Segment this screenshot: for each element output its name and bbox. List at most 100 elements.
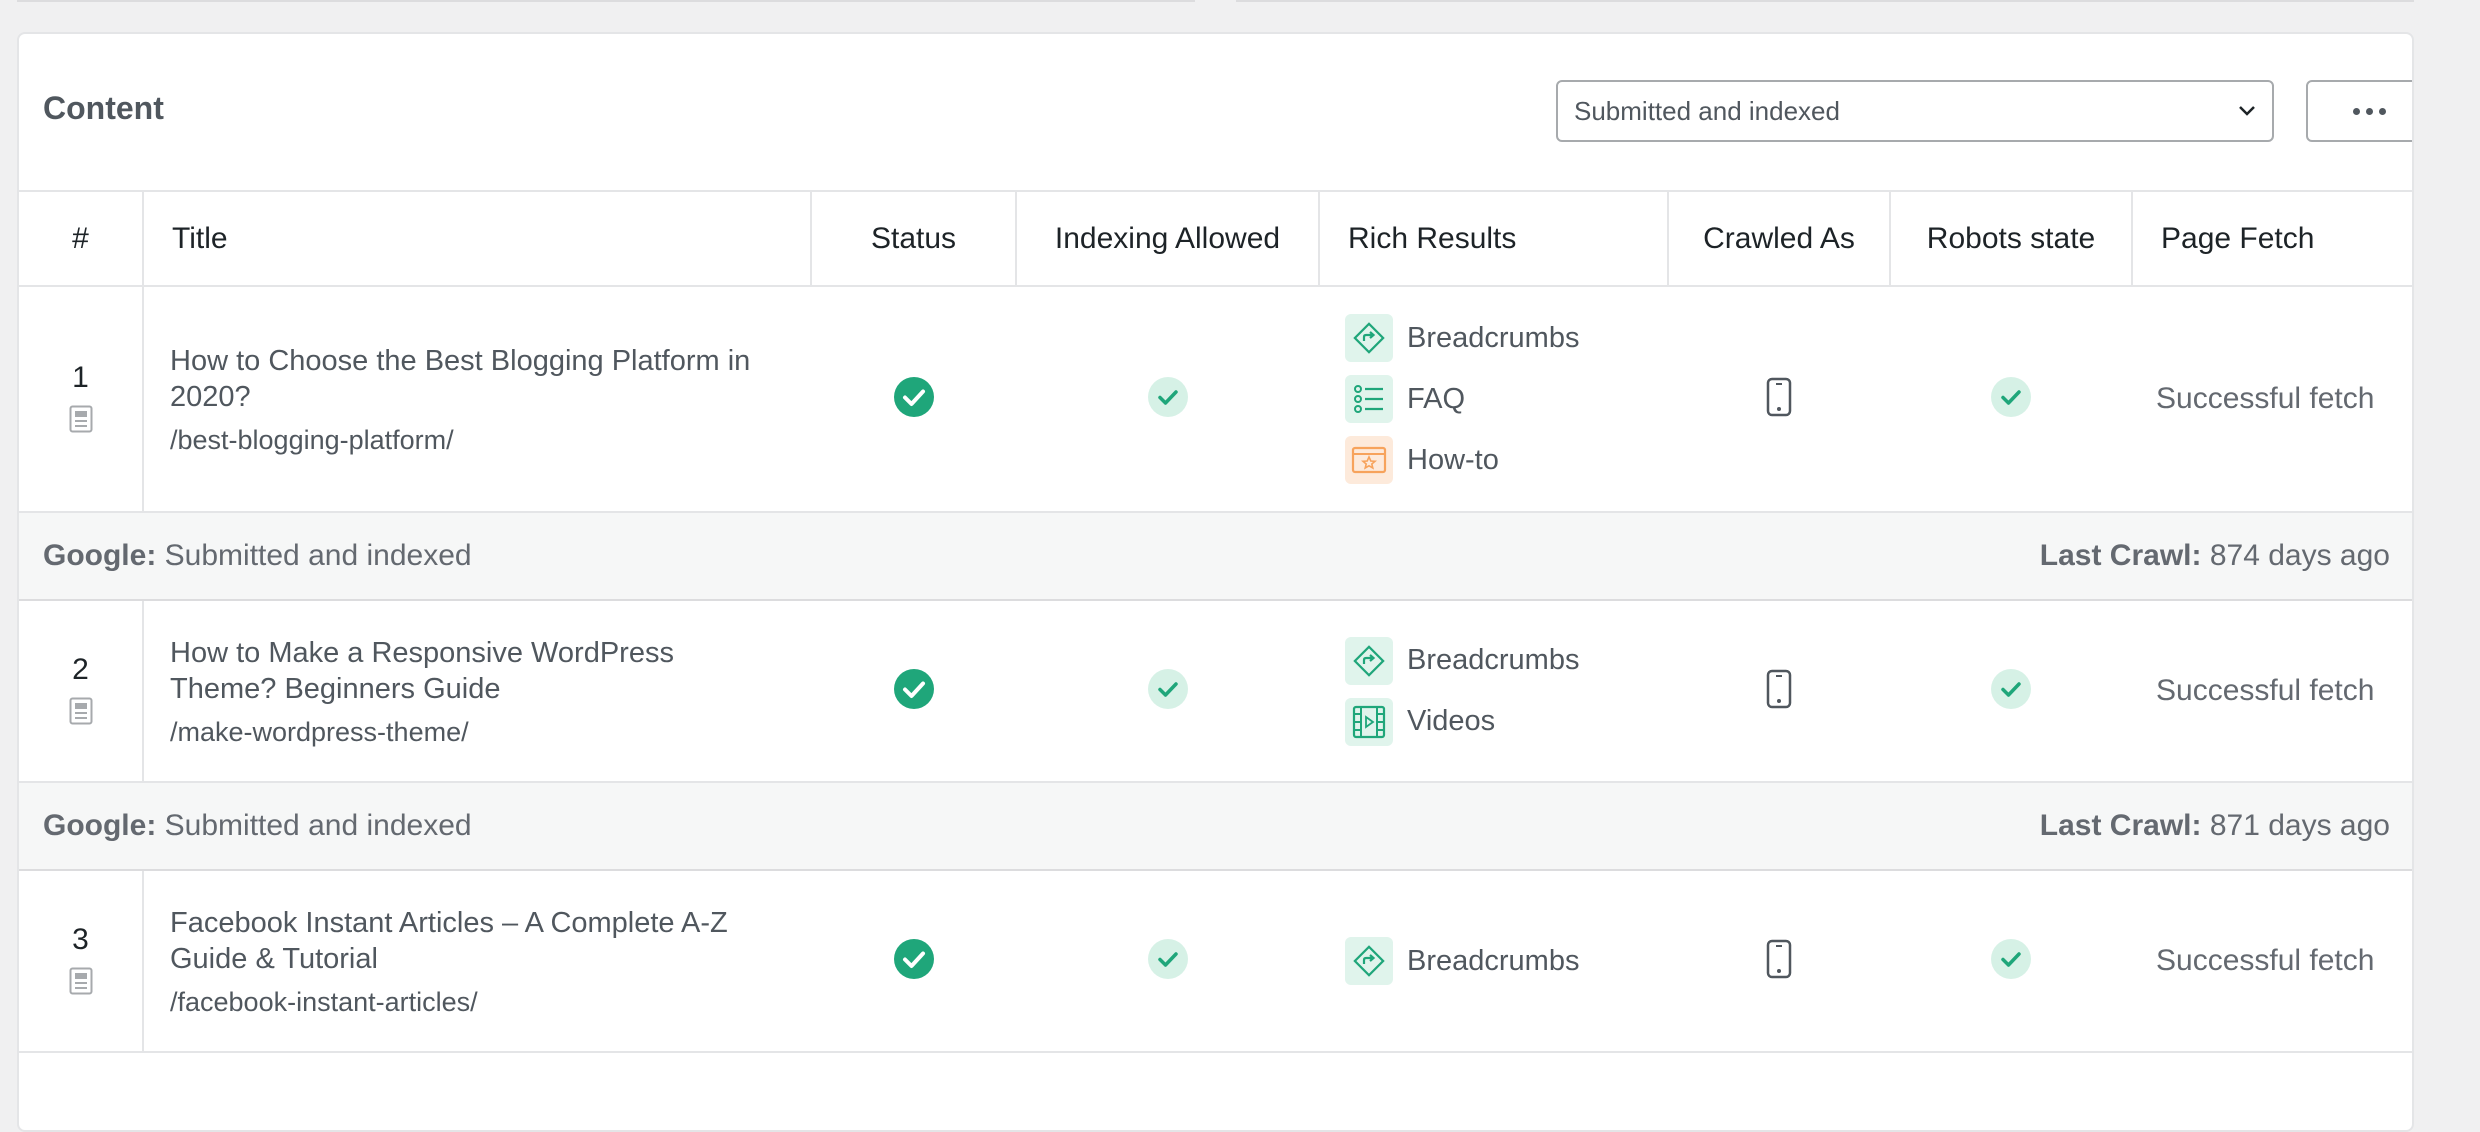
check-circle-light-icon (1147, 668, 1189, 714)
mobile-phone-icon (1766, 939, 1792, 983)
rich-result-label: Breadcrumbs (1407, 944, 1580, 977)
column-header-title[interactable]: Title (143, 192, 812, 287)
last-crawl-value: 874 days ago (2209, 539, 2390, 572)
top-divider-right (1236, 0, 2414, 2)
table-header-row: # Title Status Indexing Allowed Rich Res… (19, 192, 2412, 287)
google-status-value: Submitted and indexed (164, 539, 472, 572)
video-film-icon (1345, 697, 1393, 746)
last-crawl-value: 871 days ago (2209, 809, 2390, 842)
check-circle-light-icon (1147, 938, 1189, 984)
google-status-row: Google: Submitted and indexed Last Crawl… (19, 782, 2412, 871)
last-crawl-label: Last Crawl: (2039, 809, 2202, 842)
check-circle-light-icon (1990, 376, 2032, 422)
check-circle-filled-icon (893, 376, 935, 422)
faq-list-icon (1345, 375, 1393, 423)
document-icon (69, 967, 93, 1000)
check-circle-light-icon (1990, 668, 2032, 714)
rich-results-cell: Breadcrumbs Videos (1319, 600, 1668, 783)
last-crawl: Last Crawl: 874 days ago (2039, 539, 2412, 573)
document-icon (69, 697, 93, 730)
status-cell (811, 870, 1016, 1053)
indexing-cell (1016, 870, 1319, 1053)
breadcrumbs-icon (1345, 937, 1393, 985)
title-cell: How to Make a Responsive WordPress Theme… (143, 600, 811, 783)
row-number-cell: 2 (19, 600, 144, 783)
google-status-row: Google: Submitted and indexed Last Crawl… (19, 512, 2412, 601)
indexing-cell (1016, 600, 1319, 783)
rich-results-cell: Breadcrumbs (1319, 870, 1668, 1053)
card-header: Content Submitted and indexed (19, 34, 2412, 192)
page-fetch-cell: Successful fetch (2132, 870, 2412, 1053)
google-status: Google: Submitted and indexed (19, 539, 472, 572)
title-cell: How to Choose the Best Blogging Platform… (143, 286, 811, 513)
crawled-as-cell (1668, 870, 1890, 1053)
breadcrumbs-icon (1345, 314, 1393, 362)
row-number: 1 (72, 360, 89, 394)
column-header-status[interactable]: Status (811, 192, 1017, 287)
rich-result-label: FAQ (1407, 382, 1466, 415)
post-title-link[interactable]: Facebook Instant Articles – A Complete A… (170, 905, 811, 977)
post-slug: /best-blogging-platform/ (170, 424, 454, 455)
rich-result-label: Videos (1407, 705, 1496, 737)
column-header-rich-results[interactable]: Rich Results (1319, 192, 1669, 287)
title-cell: Facebook Instant Articles – A Complete A… (143, 870, 811, 1053)
column-header-crawled-as[interactable]: Crawled As (1668, 192, 1891, 287)
check-circle-light-icon (1990, 938, 2032, 984)
google-label: Google: (43, 809, 157, 842)
row-number: 3 (72, 922, 89, 956)
check-circle-light-icon (1147, 376, 1189, 422)
chevron-down-icon (2238, 100, 2256, 123)
rich-result-item: Videos (1345, 691, 1668, 752)
column-header-indexing[interactable]: Indexing Allowed (1016, 192, 1320, 287)
row-number-cell: 1 (19, 286, 144, 513)
rich-results-cell: Breadcrumbs FAQ How-to (1319, 286, 1668, 513)
breadcrumbs-icon (1345, 636, 1393, 685)
post-title-link[interactable]: How to Make a Responsive WordPress Theme… (170, 635, 811, 707)
page-fetch-cell: Successful fetch (2132, 286, 2412, 513)
content-card: Content Submitted and indexed # Title St… (17, 32, 2414, 1132)
more-options-button[interactable] (2306, 80, 2412, 142)
mobile-phone-icon (1766, 377, 1792, 421)
post-slug: /facebook-instant-articles/ (170, 986, 478, 1017)
google-status-value: Submitted and indexed (164, 809, 472, 842)
google-label: Google: (43, 539, 157, 572)
rich-result-item: Breadcrumbs (1345, 931, 1668, 992)
mobile-phone-icon (1766, 669, 1792, 713)
card-title: Content (43, 90, 164, 126)
robots-cell (1890, 286, 2132, 513)
status-filter-select[interactable]: Submitted and indexed (1556, 80, 2274, 142)
robots-cell (1890, 600, 2132, 783)
last-crawl: Last Crawl: 871 days ago (2039, 809, 2412, 843)
rich-result-label: Breadcrumbs (1407, 321, 1580, 354)
status-filter-value: Submitted and indexed (1574, 95, 1840, 126)
rich-result-item: FAQ (1345, 369, 1668, 430)
more-dot-icon (2353, 107, 2360, 115)
more-dot-icon (2366, 107, 2373, 115)
howto-icon (1345, 436, 1393, 484)
rich-result-label: Breadcrumbs (1407, 644, 1580, 676)
check-circle-filled-icon (893, 668, 935, 714)
column-header-num: # (19, 192, 144, 287)
rich-result-item: How-to (1345, 430, 1668, 491)
column-header-page-fetch[interactable]: Page Fetch (2132, 192, 2412, 287)
rich-result-item: Breadcrumbs (1345, 308, 1668, 369)
status-cell (811, 600, 1016, 783)
rich-result-item: Breadcrumbs (1345, 630, 1668, 691)
last-crawl-label: Last Crawl: (2039, 539, 2202, 572)
page-fetch-cell: Successful fetch (2132, 600, 2412, 783)
document-icon (69, 405, 93, 438)
rich-result-label: How-to (1407, 443, 1499, 476)
row-number-cell: 3 (19, 870, 144, 1053)
column-header-robots[interactable]: Robots state (1890, 192, 2133, 287)
top-divider-left (17, 0, 1195, 2)
google-status: Google: Submitted and indexed (19, 809, 472, 842)
post-title-link[interactable]: How to Choose the Best Blogging Platform… (170, 343, 811, 415)
indexing-cell (1016, 286, 1319, 513)
post-slug: /make-wordpress-theme/ (170, 716, 469, 747)
table-row: 3 Facebook Instant Articles – A Complete… (19, 870, 2412, 1053)
table-row: 2 How to Make a Responsive WordPress The… (19, 600, 2412, 783)
check-circle-filled-icon (893, 938, 935, 984)
more-dot-icon (2379, 107, 2386, 115)
crawled-as-cell (1668, 600, 1890, 783)
status-cell (811, 286, 1016, 513)
